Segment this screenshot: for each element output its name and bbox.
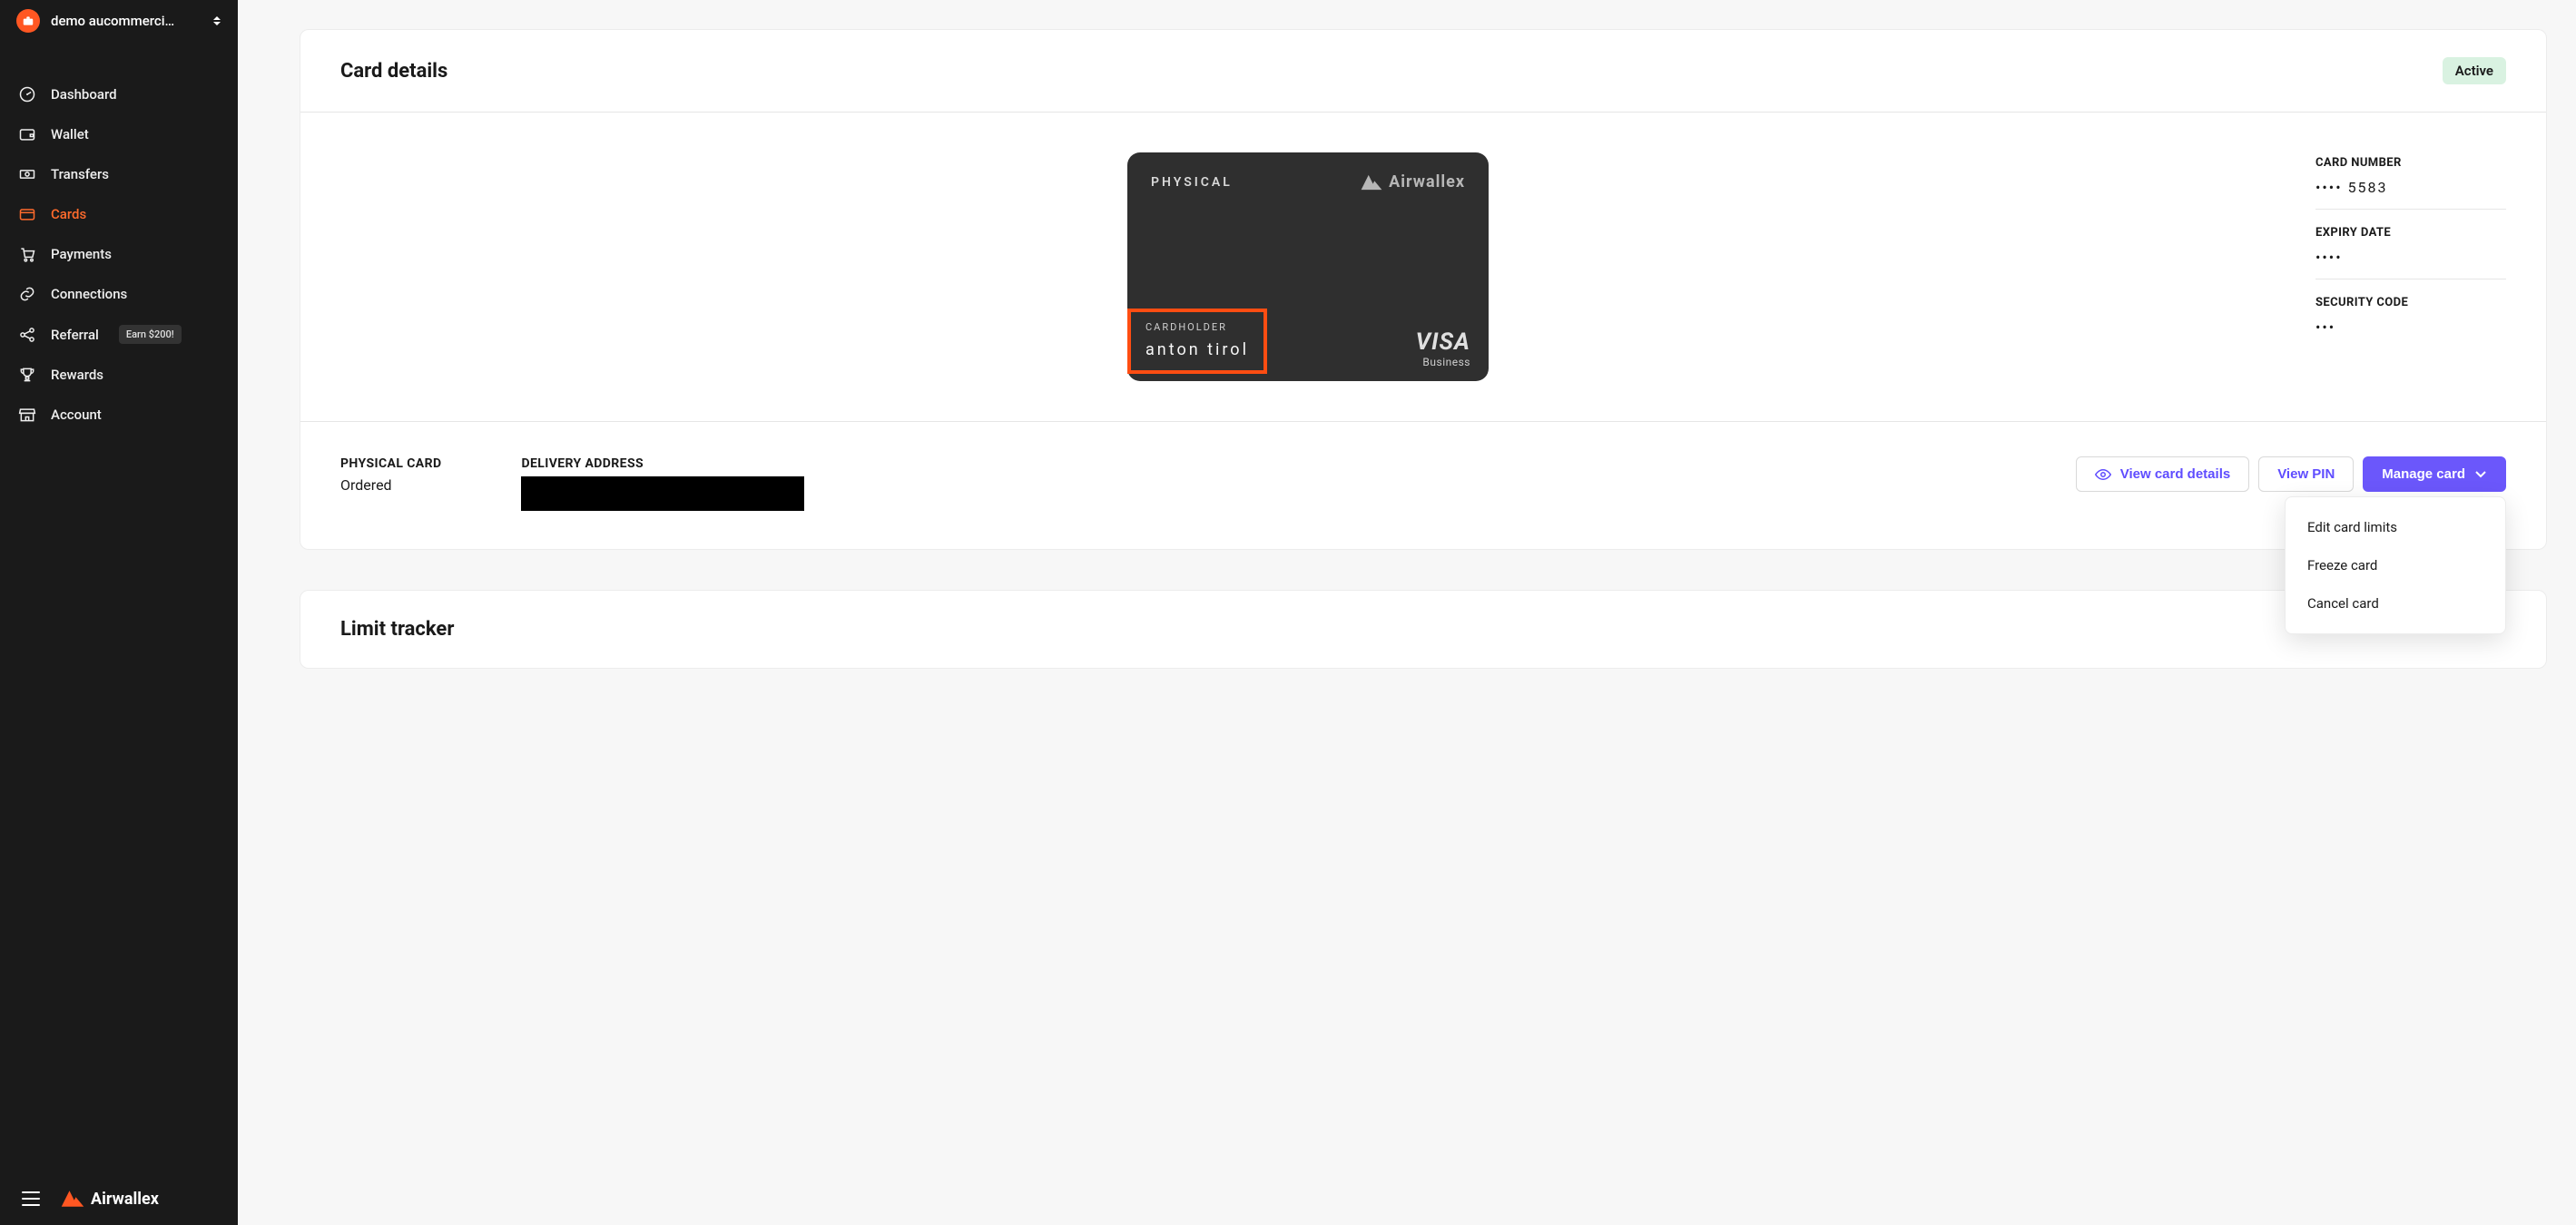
menu-item-cancel-card[interactable]: Cancel card [2286,584,2505,622]
menu-item-freeze-card[interactable]: Freeze card [2286,546,2505,584]
sidebar-item-account[interactable]: Account [0,395,238,435]
trophy-icon [18,366,36,384]
org-switcher[interactable]: demo aucommerci… [0,0,238,40]
sidebar: demo aucommerci… Dashboard Wallet Transf… [0,0,238,1225]
link-icon [18,285,36,303]
nav-label: Account [51,407,102,423]
field-card-number: CARD NUMBER •••• 5583 [2315,152,2506,210]
airwallex-mark-icon [1360,173,1383,191]
button-label: Manage card [2382,466,2465,482]
field-label: CARD NUMBER [2315,156,2506,170]
field-expiry-date: EXPIRY DATE •••• [2315,222,2506,279]
airwallex-logo-icon [60,1189,85,1209]
cardholder-name: anton tirol [1145,340,1249,359]
panel-header: Card details Active [300,30,2546,113]
col-label: PHYSICAL CARD [340,456,441,471]
field-value: •••• [2315,249,2506,266]
gauge-icon [18,85,36,103]
nav-label: Cards [51,206,86,222]
redacted-address [521,476,804,511]
nav-label: Rewards [51,367,103,383]
nav-label: Payments [51,246,112,262]
card-brand-text: Airwallex [1389,172,1465,191]
cardholder-label: CARDHOLDER [1145,321,1249,333]
limit-tracker-title: Limit tracker [340,618,454,641]
delivery-address: DELIVERY ADDRESS [521,456,804,511]
status-badge: Active [2443,57,2506,84]
share-icon [18,326,36,344]
main-content: Card details Active PHYSICAL Airwallex C… [238,0,2576,1225]
visa-logo: VISA [1416,328,1470,356]
col-label: DELIVERY ADDRESS [521,456,804,471]
org-avatar [16,9,40,33]
physical-card-status: PHYSICAL CARD Ordered [340,456,441,494]
brand-text: Airwallex [91,1190,159,1209]
sidebar-item-payments[interactable]: Payments [0,234,238,274]
card-brand: Airwallex [1360,172,1465,191]
field-security-code: SECURITY CODE ••• [2315,292,2506,348]
org-name: demo aucommerci… [51,13,202,29]
sidebar-item-rewards[interactable]: Rewards [0,355,238,395]
sidebar-item-connections[interactable]: Connections [0,274,238,314]
card-fields: CARD NUMBER •••• 5583 EXPIRY DATE •••• S… [2315,152,2506,381]
nav-label: Wallet [51,126,89,142]
sidebar-item-referral[interactable]: Referral Earn $200! [0,314,238,355]
card-actions: View card details View PIN Manage card E… [2076,456,2506,492]
field-label: EXPIRY DATE [2315,226,2506,240]
view-card-details-button[interactable]: View card details [2076,456,2249,492]
briefcase-icon [22,15,34,27]
page-title: Card details [340,60,447,83]
panel-header: Limit tracker [300,591,2546,668]
chevron-down-icon [2474,469,2487,480]
nav-label: Referral [51,327,99,343]
button-label: View card details [2120,466,2230,482]
card-details-panel: Card details Active PHYSICAL Airwallex C… [300,29,2547,550]
store-icon [18,406,36,424]
brand: Airwallex [60,1189,159,1209]
visa-subtext: Business [1416,356,1470,368]
field-value: ••• [2315,318,2506,336]
col-value: Ordered [340,476,441,494]
cardholder-highlight: CARDHOLDER anton tirol [1127,309,1267,374]
nav-label: Dashboard [51,86,117,103]
manage-card-dropdown: Edit card limits Freeze card Cancel card [2285,496,2506,634]
chevron-down-icon [212,21,221,26]
card-network: VISA Business [1416,328,1470,368]
view-pin-button[interactable]: View PIN [2258,456,2354,492]
card-icon [18,205,36,223]
sidebar-item-dashboard[interactable]: Dashboard [0,74,238,114]
button-label: View PIN [2277,466,2335,482]
collapse-sidebar-button[interactable] [22,1191,40,1206]
wallet-icon [18,125,36,143]
eye-icon [2095,467,2111,482]
card-visual: PHYSICAL Airwallex CARDHOLDER anton tiro… [1127,152,1489,381]
limit-tracker-panel: Limit tracker [300,590,2547,669]
sidebar-item-transfers[interactable]: Transfers [0,154,238,194]
nav-label: Transfers [51,166,109,182]
nav-label: Connections [51,286,127,302]
manage-card-button[interactable]: Manage card [2363,456,2506,492]
field-label: SECURITY CODE [2315,296,2506,309]
sidebar-item-wallet[interactable]: Wallet [0,114,238,154]
sidebar-item-cards[interactable]: Cards [0,194,238,234]
sidebar-nav: Dashboard Wallet Transfers Cards Payment… [0,40,238,444]
menu-item-edit-limits[interactable]: Edit card limits [2286,508,2505,546]
referral-badge: Earn $200! [119,325,182,344]
org-switcher-icon [212,15,221,26]
cart-icon [18,245,36,263]
card-visual-wrap: PHYSICAL Airwallex CARDHOLDER anton tiro… [340,152,2276,381]
panel-footer: PHYSICAL CARD Ordered DELIVERY ADDRESS V… [300,422,2546,549]
card-type-label: PHYSICAL [1151,175,1233,190]
sidebar-footer: Airwallex [0,1172,238,1225]
field-value: •••• 5583 [2315,179,2506,196]
panel-body: PHYSICAL Airwallex CARDHOLDER anton tiro… [300,113,2546,422]
transfers-icon [18,165,36,183]
